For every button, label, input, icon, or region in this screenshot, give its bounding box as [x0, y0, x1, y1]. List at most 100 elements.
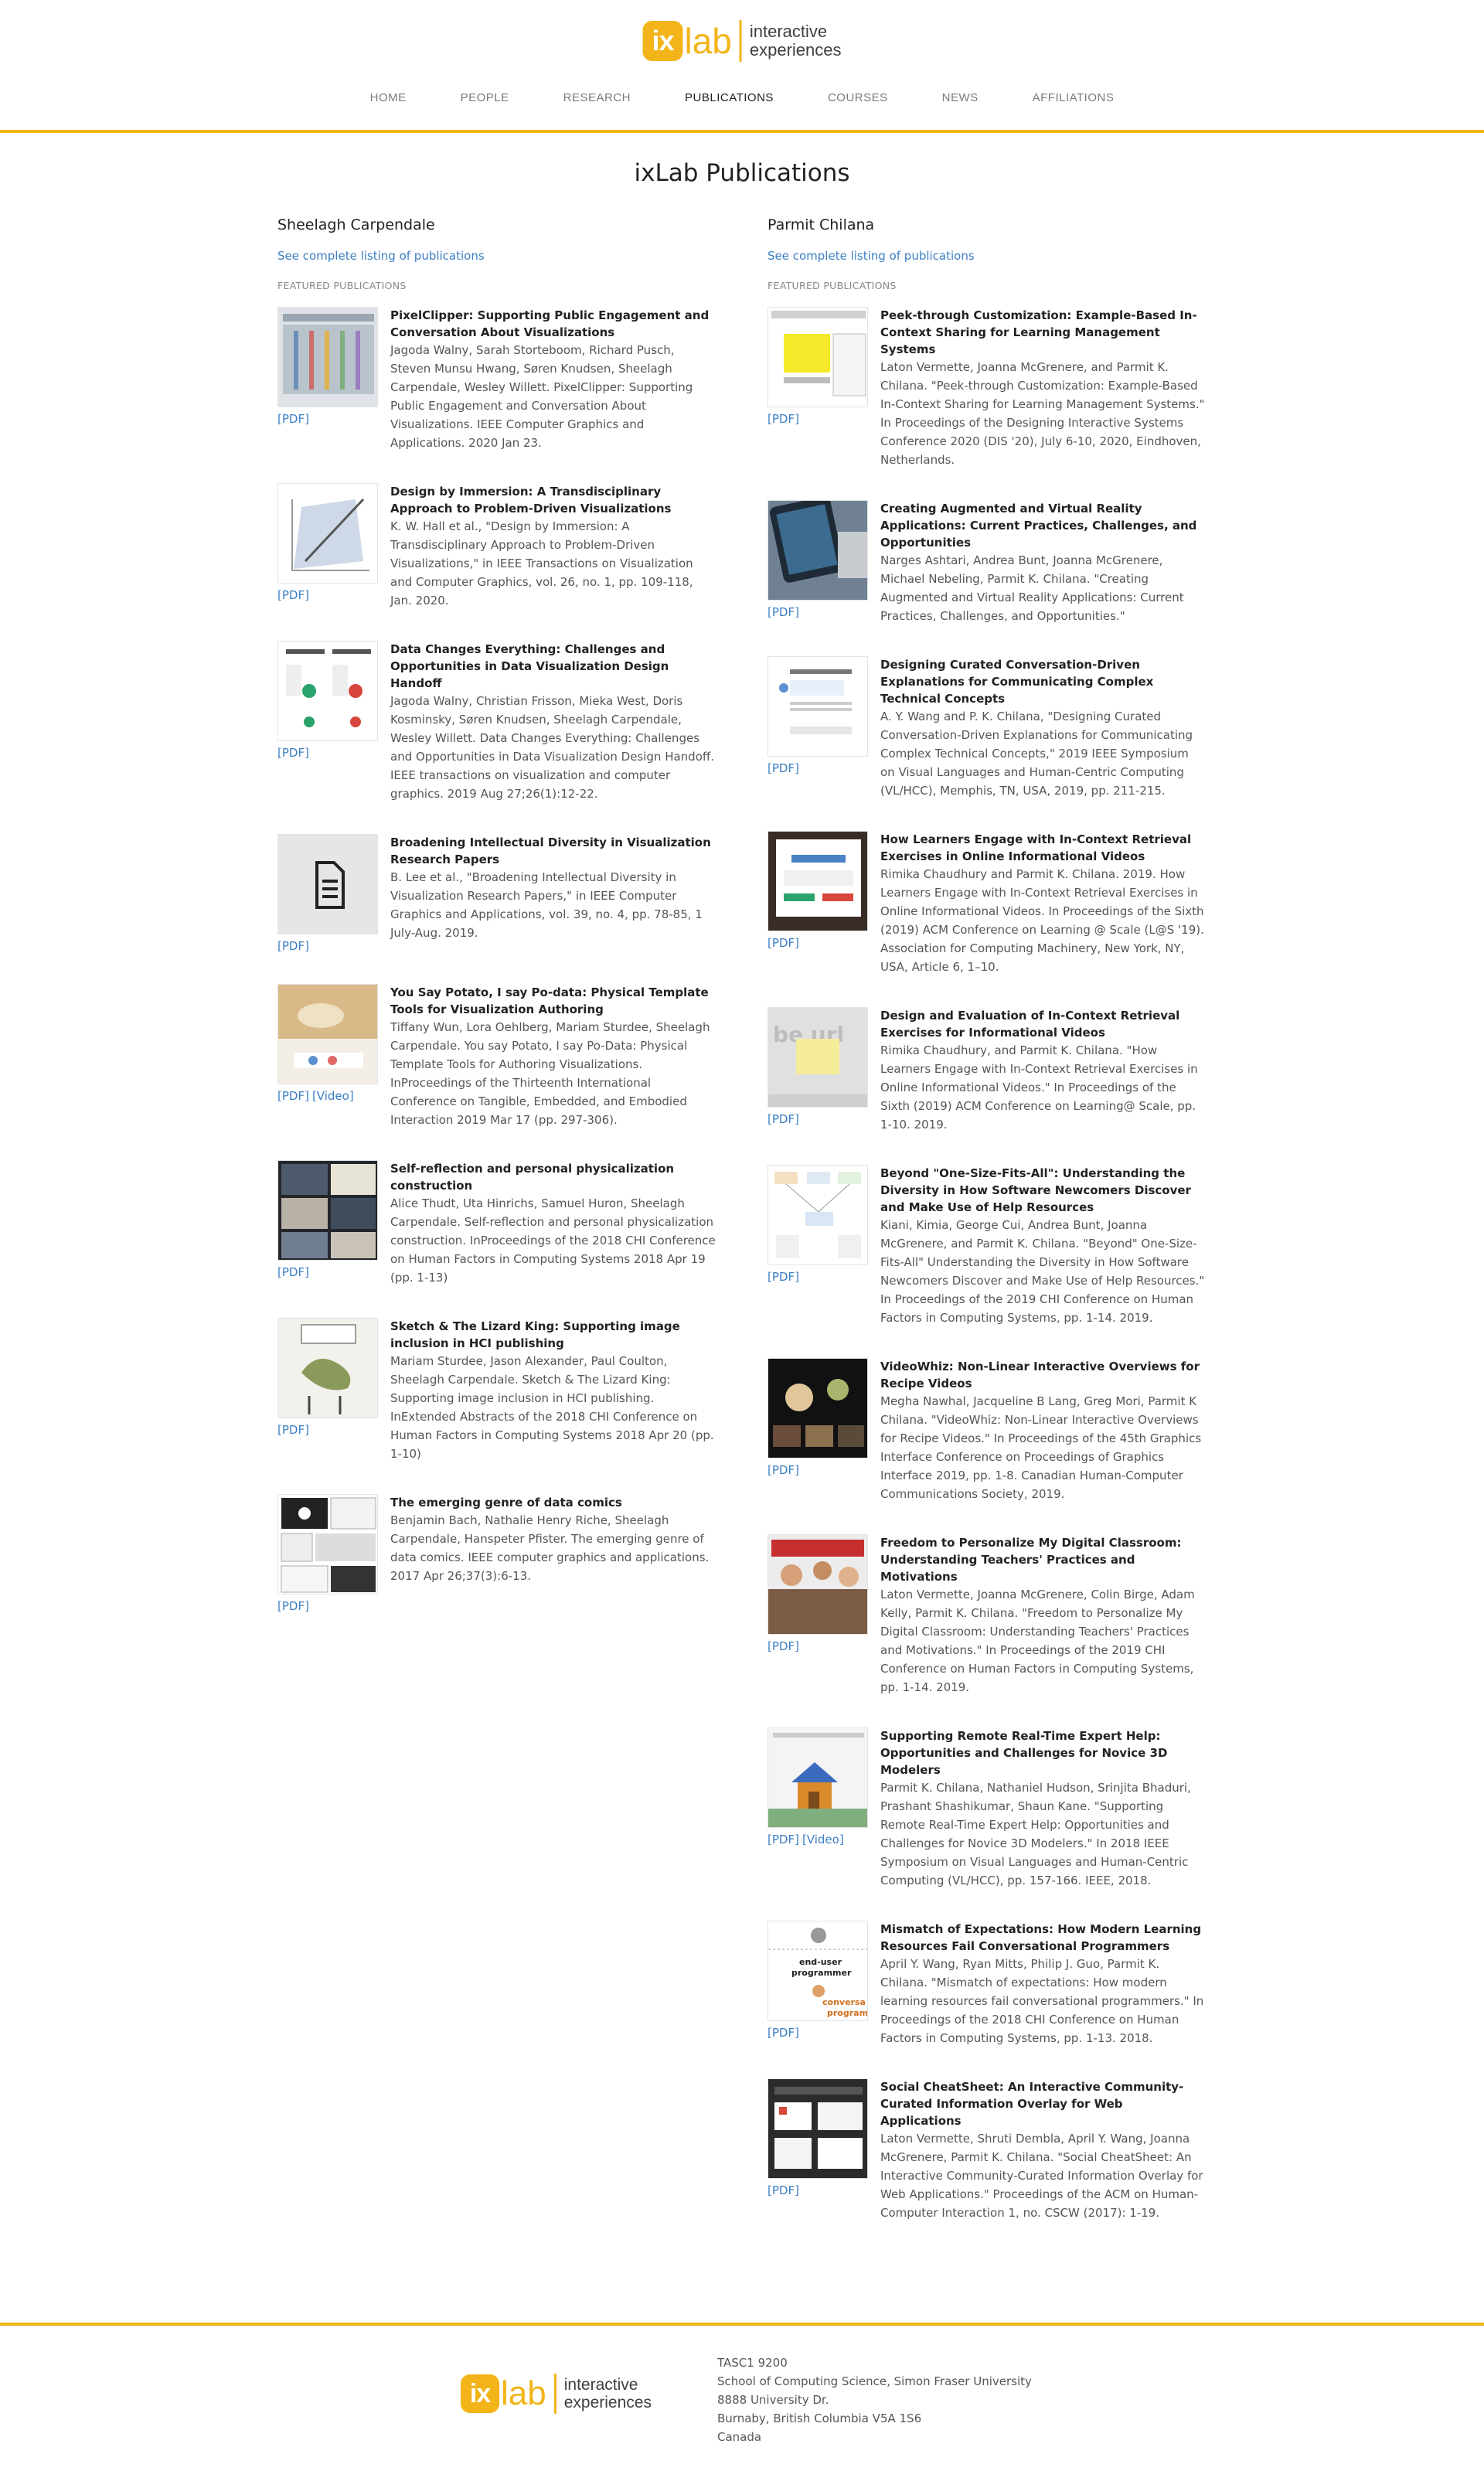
pdf-link[interactable]: [PDF]: [277, 1089, 309, 1103]
address-line: TASC1 9200: [717, 2356, 788, 2370]
pdf-link[interactable]: [PDF]: [768, 1463, 799, 1477]
logo-tagline-line1: interactive: [749, 22, 828, 41]
publication-citation: K. W. Hall et al., "Design by Immersion:…: [390, 519, 693, 608]
pdf-link[interactable]: [PDF]: [768, 1270, 799, 1284]
publication-thumbnail[interactable]: [768, 1727, 868, 1828]
publication-title: Freedom to Personalize My Digital Classr…: [880, 1536, 1182, 1584]
publication-media: [PDF]: [768, 500, 880, 625]
publication-title: VideoWhiz: Non-Linear Interactive Overvi…: [880, 1360, 1200, 1390]
pdf-link[interactable]: [PDF]: [768, 2026, 799, 2040]
publication-text: How Learners Engage with In-Context Retr…: [880, 831, 1207, 976]
publication-thumbnail[interactable]: [768, 656, 868, 757]
publication-list: [PDF] PixelClipper: Supporting Public Eng…: [277, 307, 716, 1613]
publication-thumbnail[interactable]: [277, 1494, 378, 1595]
pdf-link[interactable]: [PDF]: [277, 939, 309, 953]
nav-people[interactable]: PEOPLE: [461, 91, 509, 104]
pdf-link[interactable]: [PDF]: [768, 412, 799, 426]
publication-title: Design and Evaluation of In-Context Retr…: [880, 1009, 1180, 1040]
address-line: 8888 University Dr.: [717, 2393, 829, 2407]
publication-media: [PDF]: [277, 1160, 390, 1287]
pdf-link[interactable]: [PDF]: [768, 605, 799, 619]
publication-thumbnail[interactable]: [768, 2078, 868, 2179]
featured-heading: FEATURED PUBLICATIONS: [768, 280, 897, 291]
nav-research[interactable]: RESEARCH: [563, 91, 631, 104]
publication-thumbnail[interactable]: [277, 1318, 378, 1418]
logo-lab-text: lab: [684, 21, 732, 61]
publication-thumbnail[interactable]: [277, 483, 378, 584]
publication-thumbnail[interactable]: [768, 831, 868, 931]
nav-courses[interactable]: COURSES: [828, 91, 888, 104]
pdf-link[interactable]: [PDF]: [768, 1112, 799, 1126]
publication-citation: Rimika Chaudhury and Parmit K. Chilana. …: [880, 867, 1204, 974]
publication-media: be url [PDF]: [768, 1007, 880, 1134]
publication-thumbnail[interactable]: [277, 641, 378, 741]
publication-item: [PDF] Creating Augmented and Virtual Real…: [768, 500, 1207, 625]
publication-text: Design and Evaluation of In-Context Retr…: [880, 1007, 1207, 1134]
site-logo[interactable]: ix lab interactive experiences: [642, 20, 842, 62]
pdf-link[interactable]: [PDF]: [768, 936, 799, 950]
publication-text: Self-reflection and personal physicaliza…: [390, 1160, 716, 1287]
publication-text: Designing Curated Conversation-Driven Ex…: [880, 656, 1207, 800]
pdf-link[interactable]: [PDF]: [277, 588, 309, 602]
publication-item: [PDF] Broadening Intellectual Diversity i…: [277, 834, 716, 953]
logo-ix-badge: ix: [461, 2374, 499, 2413]
nav-affiliations[interactable]: AFFILIATIONS: [1033, 91, 1115, 104]
publication-text: Broadening Intellectual Diversity in Vis…: [390, 834, 716, 953]
publication-thumbnail[interactable]: [768, 500, 868, 601]
pdf-link[interactable]: [PDF]: [768, 1639, 799, 1653]
publication-thumbnail[interactable]: [277, 984, 378, 1084]
footer-logo[interactable]: ix lab interactive experiences: [461, 2374, 652, 2414]
publication-thumbnail[interactable]: be url: [768, 1007, 868, 1108]
pdf-link[interactable]: [PDF]: [768, 761, 799, 775]
publication-thumbnail[interactable]: [768, 307, 868, 407]
publication-title: Beyond "One-Size-Fits-All": Understandin…: [880, 1166, 1191, 1214]
publication-title: Social CheatSheet: An Interactive Commun…: [880, 2080, 1184, 2128]
publication-item: [PDF] How Learners Engage with In-Context…: [768, 831, 1207, 976]
pdf-link[interactable]: [PDF]: [277, 746, 309, 760]
publication-thumbnail[interactable]: [768, 1534, 868, 1635]
publication-media: [PDF]: [277, 483, 390, 610]
video-link[interactable]: [Video]: [802, 1833, 844, 1846]
publication-item: [PDF] Data Changes Everything: Challenges…: [277, 641, 716, 803]
publication-citation: Parmit K. Chilana, Nathaniel Hudson, Sri…: [880, 1781, 1191, 1887]
main-nav: HOME PEOPLE RESEARCH PUBLICATIONS COURSE…: [0, 91, 1484, 104]
address-line: Burnaby, British Columbia V5A 1S6: [717, 2411, 922, 2425]
publication-title: How Learners Engage with In-Context Retr…: [880, 832, 1192, 863]
publication-title: Sketch & The Lizard King: Supporting ima…: [390, 1319, 680, 1350]
publication-thumbnail[interactable]: [768, 1358, 868, 1458]
pdf-link[interactable]: [PDF]: [768, 2183, 799, 2197]
publication-thumbnail[interactable]: [768, 1165, 868, 1265]
complete-listing-link[interactable]: See complete listing of publications: [277, 249, 716, 263]
nav-news[interactable]: NEWS: [942, 91, 979, 104]
publication-media: [PDF]: [768, 656, 880, 800]
publication-title: Supporting Remote Real-Time Expert Help:…: [880, 1729, 1168, 1777]
pdf-link[interactable]: [PDF]: [277, 412, 309, 426]
thumb-caption: end-user: [799, 1957, 842, 1967]
publication-citation: B. Lee et al., "Broadening Intellectual …: [390, 870, 703, 940]
publication-citation: Benjamin Bach, Nathalie Henry Riche, She…: [390, 1513, 710, 1583]
pdf-link[interactable]: [PDF]: [768, 1833, 799, 1846]
logo-divider: [739, 20, 742, 62]
nav-home[interactable]: HOME: [370, 91, 407, 104]
pdf-link[interactable]: [PDF]: [277, 1599, 309, 1613]
publication-links: [PDF]: [277, 412, 390, 426]
publication-thumbnail[interactable]: [277, 307, 378, 407]
publication-item: [PDF] Freedom to Personalize My Digital C…: [768, 1534, 1207, 1697]
complete-listing-link[interactable]: See complete listing of publications: [768, 249, 1207, 263]
publication-title: Creating Augmented and Virtual Reality A…: [880, 502, 1197, 550]
video-link[interactable]: [Video]: [312, 1089, 354, 1103]
publication-citation: Laton Vermette, Joanna McGrenere, Colin …: [880, 1588, 1195, 1694]
publication-item: be url [PDF] Design and Evaluation of In-C…: [768, 1007, 1207, 1134]
publication-media: [PDF]: [768, 1358, 880, 1503]
publication-title: You Say Potato, I say Po-data: Physical …: [390, 985, 709, 1016]
publication-title: PixelClipper: Supporting Public Engageme…: [390, 308, 710, 339]
publication-text: Data Changes Everything: Challenges and …: [390, 641, 716, 803]
publication-item: end-user programmer conversa program [PDF] Mi…: [768, 1921, 1207, 2047]
nav-publications[interactable]: PUBLICATIONS: [685, 91, 774, 104]
publication-thumbnail[interactable]: [277, 834, 378, 934]
pdf-link[interactable]: [PDF]: [277, 1265, 309, 1279]
publication-thumbnail[interactable]: [277, 1160, 378, 1261]
publication-citation: Alice Thudt, Uta Hinrichs, Samuel Huron,…: [390, 1196, 716, 1285]
publication-thumbnail[interactable]: end-user programmer conversa program: [768, 1921, 868, 2021]
pdf-link[interactable]: [PDF]: [277, 1423, 309, 1437]
